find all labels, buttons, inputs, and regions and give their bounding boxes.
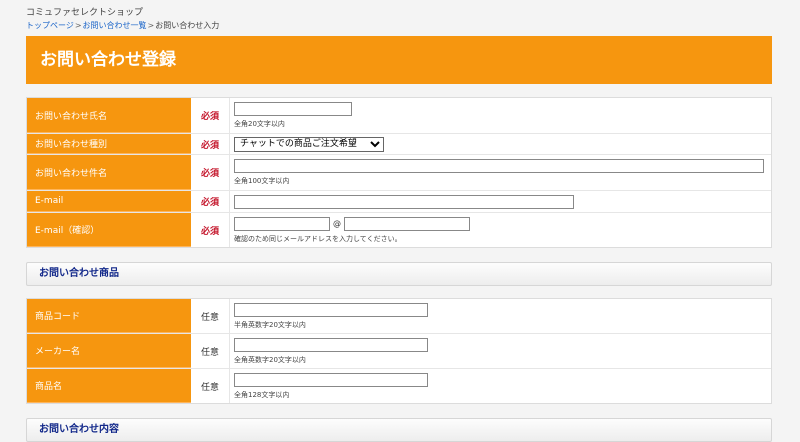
maker-label: メーカー名 (27, 334, 191, 368)
type-label: お問い合わせ種別 (27, 134, 191, 154)
product-name-note: 全角128文字以内 (234, 390, 290, 399)
breadcrumb-separator: > (147, 21, 155, 30)
breadcrumb-top-link[interactable]: トップページ (26, 21, 74, 30)
form-row-name: お問い合わせ氏名 必須 全角20文字以内 (27, 98, 771, 134)
subject-note: 全角100文字以内 (234, 177, 290, 185)
type-field-cell: チャットでの商品ご注文希望 (229, 134, 771, 154)
breadcrumb-contact-list-link[interactable]: お問い合わせ一覧 (83, 21, 147, 30)
name-field-cell: 全角20文字以内 (229, 98, 771, 133)
maker-field-cell: 全角英数字20文字以内 (229, 334, 771, 368)
subject-label: お問い合わせ件名 (27, 155, 191, 190)
product-name-label: 商品名 (27, 369, 191, 403)
name-label: お問い合わせ氏名 (27, 98, 191, 133)
subject-field-cell: 全角100文字以内 (229, 155, 771, 190)
form-row-type: お問い合わせ種別 必須 チャットでの商品ご注文希望 (27, 134, 771, 155)
product-name-input[interactable] (234, 372, 428, 387)
contact-form-table: お問い合わせ氏名 必須 全角20文字以内 お問い合わせ種別 必須 チャットでの商… (26, 97, 772, 248)
required-badge: 必須 (200, 226, 219, 237)
page-title: お問い合わせ登録 (40, 50, 176, 70)
email-confirm-field-cell: @ 確認のため同じメールアドレスを入力してください。 (229, 213, 771, 247)
product-name-field-cell: 全角128文字以内 (229, 369, 771, 403)
product-code-input[interactable] (234, 302, 428, 317)
form-row-product-name: 商品名 任意 全角128文字以内 (27, 369, 771, 403)
page-title-bar: お問い合わせ登録 (26, 36, 772, 84)
optional-badge: 任意 (200, 382, 219, 393)
breadcrumb-separator: > (74, 21, 82, 30)
content-section-title: お問い合わせ内容 (39, 424, 119, 435)
email-confirm-local-input[interactable] (234, 216, 330, 231)
product-form-table: 商品コード 任意 半角英数字20文字以内 メーカー名 任意 全角英数字20文字以… (26, 298, 772, 404)
email-confirm-domain-input[interactable] (344, 216, 470, 231)
breadcrumb-current: お問い合わせ入力 (155, 21, 220, 30)
subject-input[interactable] (234, 159, 764, 173)
form-row-email-confirm: E-mail（確認） 必須 @ 確認のため同じメールアドレスを入力してください。 (27, 213, 771, 247)
name-input[interactable] (234, 102, 352, 116)
breadcrumb: トップページ>お問い合わせ一覧>お問い合わせ入力 (26, 20, 219, 31)
form-row-product-code: 商品コード 任意 半角英数字20文字以内 (27, 299, 771, 334)
optional-badge: 任意 (200, 312, 219, 323)
optional-badge: 任意 (200, 347, 219, 358)
product-code-note: 半角英数字20文字以内 (234, 320, 306, 329)
maker-note: 全角英数字20文字以内 (234, 355, 306, 364)
product-section-title: お問い合わせ商品 (39, 268, 119, 279)
form-row-subject: お問い合わせ件名 必須 全角100文字以内 (27, 155, 771, 191)
email-confirm-inputs: @ (234, 216, 767, 231)
shop-name: コミュファセレクトショップ (26, 8, 144, 18)
email-confirm-label: E-mail（確認） (27, 213, 191, 247)
email-label: E-mail (27, 191, 191, 212)
required-badge: 必須 (200, 198, 219, 208)
product-code-field-cell: 半角英数字20文字以内 (229, 299, 771, 333)
email-input[interactable] (234, 194, 574, 209)
email-confirm-note: 確認のため同じメールアドレスを入力してください。 (234, 234, 402, 243)
at-sign: @ (333, 219, 341, 228)
required-badge: 必須 (200, 169, 219, 179)
form-row-maker: メーカー名 任意 全角英数字20文字以内 (27, 334, 771, 369)
required-badge: 必須 (200, 140, 219, 151)
content-section-header: お問い合わせ内容 (26, 418, 772, 442)
name-note: 全角20文字以内 (234, 120, 285, 128)
email-field-cell (229, 191, 771, 212)
product-code-label: 商品コード (27, 299, 191, 333)
type-select[interactable]: チャットでの商品ご注文希望 (234, 136, 384, 152)
form-row-email: E-mail 必須 (27, 191, 771, 213)
required-badge: 必須 (200, 112, 219, 122)
product-section-header: お問い合わせ商品 (26, 262, 772, 286)
maker-input[interactable] (234, 337, 428, 352)
